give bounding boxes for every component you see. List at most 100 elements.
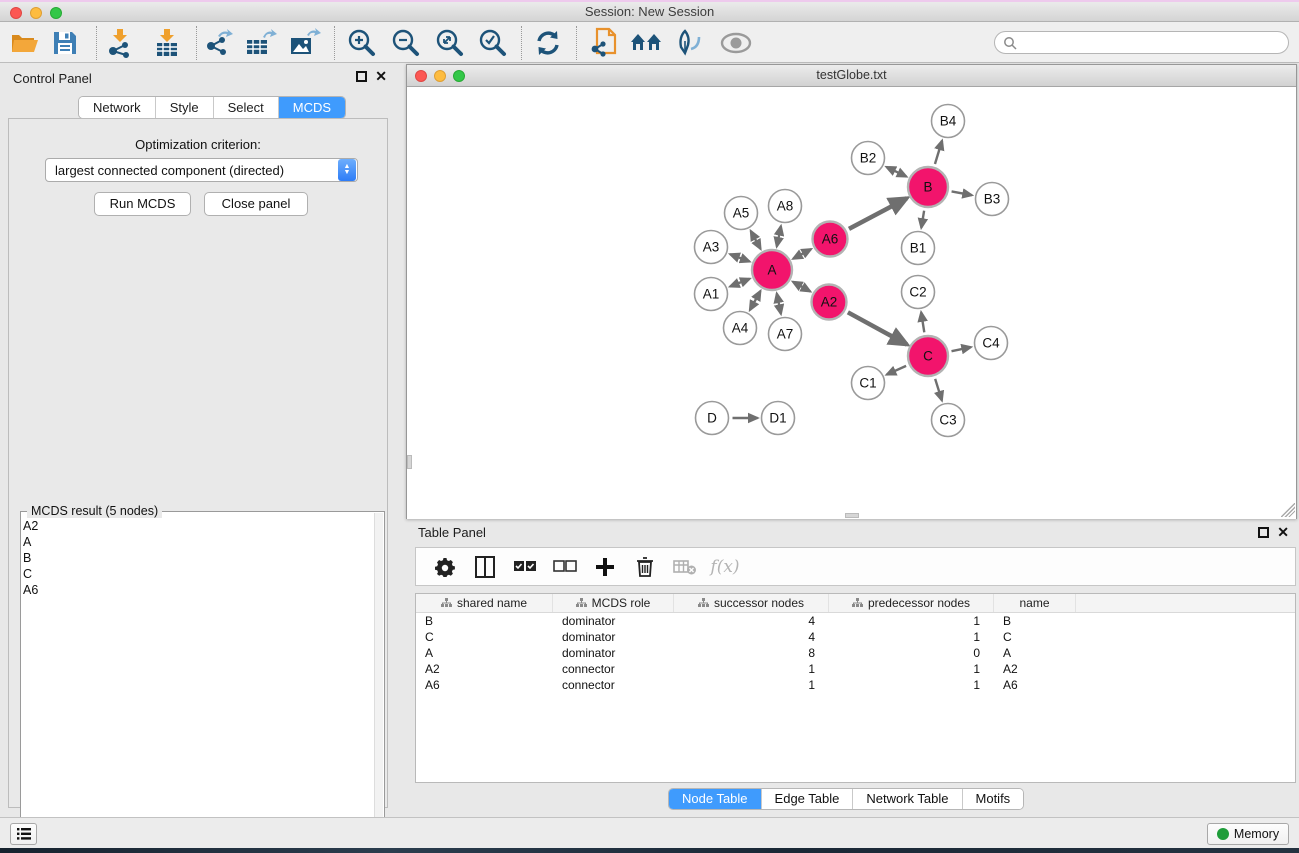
search-input[interactable] [994,31,1289,54]
node-C2[interactable]: C2 [902,276,935,309]
network-canvas[interactable]: B4B2BB3A8A5A6A3B1AC2A1A2A4A7C4CC1DD1C3 [407,87,1296,519]
table-row[interactable]: Cdominator41C [416,629,1295,645]
node-B3[interactable]: B3 [976,183,1009,216]
edge-B-B4[interactable] [935,141,942,164]
edge-A-A1[interactable] [730,279,750,287]
cell-successor-nodes[interactable]: 4 [674,613,829,629]
task-history-button[interactable] [10,823,37,845]
cell-shared-name[interactable]: B [416,613,553,629]
cell-MCDS-role[interactable]: dominator [553,629,674,645]
cell-name[interactable]: A2 [994,661,1076,677]
close-panel-button[interactable]: Close panel [204,192,308,216]
edge-A-A3[interactable] [730,254,749,261]
column-header-predecessor-nodes[interactable]: predecessor nodes [829,594,994,612]
close-panel-icon[interactable]: ✕ [375,71,387,82]
cell-predecessor-nodes[interactable]: 1 [829,613,994,629]
mcds-result-list[interactable]: A2ABCA6 [23,518,38,598]
canvas-vscroll-thumb[interactable] [407,455,412,469]
export-table-icon[interactable] [244,27,278,59]
minimize-window-icon[interactable] [30,7,42,19]
column-header-name[interactable]: name [994,594,1076,612]
network-window-titlebar[interactable]: testGlobe.txt [407,65,1296,87]
result-item[interactable]: C [23,566,38,582]
column-header-MCDS-role[interactable]: MCDS role [553,594,674,612]
edge-A-A6[interactable] [793,249,811,259]
cell-successor-nodes[interactable]: 1 [674,677,829,693]
node-D[interactable]: D [696,402,729,435]
node-C[interactable]: C [908,336,948,376]
result-scrollbar[interactable] [374,513,383,853]
cell-name[interactable]: C [994,629,1076,645]
zoom-out-icon[interactable] [388,27,422,59]
result-item[interactable]: A2 [23,518,38,534]
cell-predecessor-nodes[interactable]: 1 [829,677,994,693]
tab-network[interactable]: Network [79,97,156,118]
canvas-hscroll-thumb[interactable] [845,513,859,518]
zoom-selected-icon[interactable] [475,27,509,59]
cell-successor-nodes[interactable]: 8 [674,645,829,661]
cell-MCDS-role[interactable]: dominator [553,613,674,629]
cell-shared-name[interactable]: A [416,645,553,661]
cell-predecessor-nodes[interactable]: 1 [829,629,994,645]
zoom-in-icon[interactable] [344,27,378,59]
tab-mcds[interactable]: MCDS [279,97,345,118]
cell-MCDS-role[interactable]: dominator [553,645,674,661]
float-table-panel-icon[interactable] [1258,527,1269,538]
edge-A-A8[interactable] [777,226,781,246]
result-item[interactable]: B [23,550,38,566]
maximize-network-icon[interactable] [453,70,465,82]
cell-successor-nodes[interactable]: 4 [674,629,829,645]
result-item[interactable]: A6 [23,582,38,598]
node-A8[interactable]: A8 [769,190,802,223]
cell-predecessor-nodes[interactable]: 1 [829,661,994,677]
vizmapper-icon[interactable] [673,27,707,59]
run-mcds-button[interactable]: Run MCDS [94,192,191,216]
save-icon[interactable] [48,27,82,59]
network-graph[interactable]: B4B2BB3A8A5A6A3B1AC2A1A2A4A7C4CC1DD1C3 [407,87,1296,519]
optimization-criterion-select[interactable]: largest connected component (directed) ▲… [45,158,358,182]
close-table-panel-icon[interactable]: ✕ [1277,527,1289,538]
close-network-icon[interactable] [415,70,427,82]
export-image-icon[interactable] [288,27,322,59]
node-A1[interactable]: A1 [695,278,728,311]
tab-edge-table[interactable]: Edge Table [762,789,854,809]
node-B4[interactable]: B4 [932,105,965,138]
edge-A-A5[interactable] [751,231,761,249]
minimize-network-icon[interactable] [434,70,446,82]
node-A6[interactable]: A6 [813,222,848,257]
cell-name[interactable]: A6 [994,677,1076,693]
memory-button[interactable]: Memory [1207,823,1289,845]
zoom-fit-icon[interactable] [432,27,466,59]
node-B2[interactable]: B2 [852,142,885,175]
edge-A6-B[interactable] [849,198,907,229]
table-row[interactable]: Adominator80A [416,645,1295,661]
cell-shared-name[interactable]: A6 [416,677,553,693]
network-file-icon[interactable] [588,27,622,59]
column-header-successor-nodes[interactable]: successor nodes [674,594,829,612]
column-view-icon[interactable] [472,554,498,580]
edge-A-A2[interactable] [793,282,810,292]
node-C3[interactable]: C3 [932,404,965,437]
edge-A-A4[interactable] [750,291,761,310]
edge-B-B2[interactable] [886,167,906,177]
tab-select[interactable]: Select [214,97,279,118]
resize-grip-icon[interactable] [1281,503,1295,517]
export-network-icon[interactable] [202,27,236,59]
edge-C-C1[interactable] [887,366,906,375]
edge-B-B1[interactable] [921,211,924,228]
open-folder-icon[interactable] [8,27,42,59]
add-column-icon[interactable] [592,554,618,580]
edge-C-C2[interactable] [921,312,924,332]
node-A2[interactable]: A2 [812,285,847,320]
cell-predecessor-nodes[interactable]: 0 [829,645,994,661]
edge-C-C4[interactable] [952,347,971,351]
node-B[interactable]: B [908,167,948,207]
delete-icon[interactable] [632,554,658,580]
node-A4[interactable]: A4 [724,312,757,345]
node-A7[interactable]: A7 [769,318,802,351]
edge-A2-C[interactable] [848,312,907,344]
tab-motifs[interactable]: Motifs [963,789,1024,809]
deselect-all-icon[interactable] [552,554,578,580]
node-table[interactable]: shared nameMCDS rolesuccessor nodesprede… [415,593,1296,783]
node-A3[interactable]: A3 [695,231,728,264]
